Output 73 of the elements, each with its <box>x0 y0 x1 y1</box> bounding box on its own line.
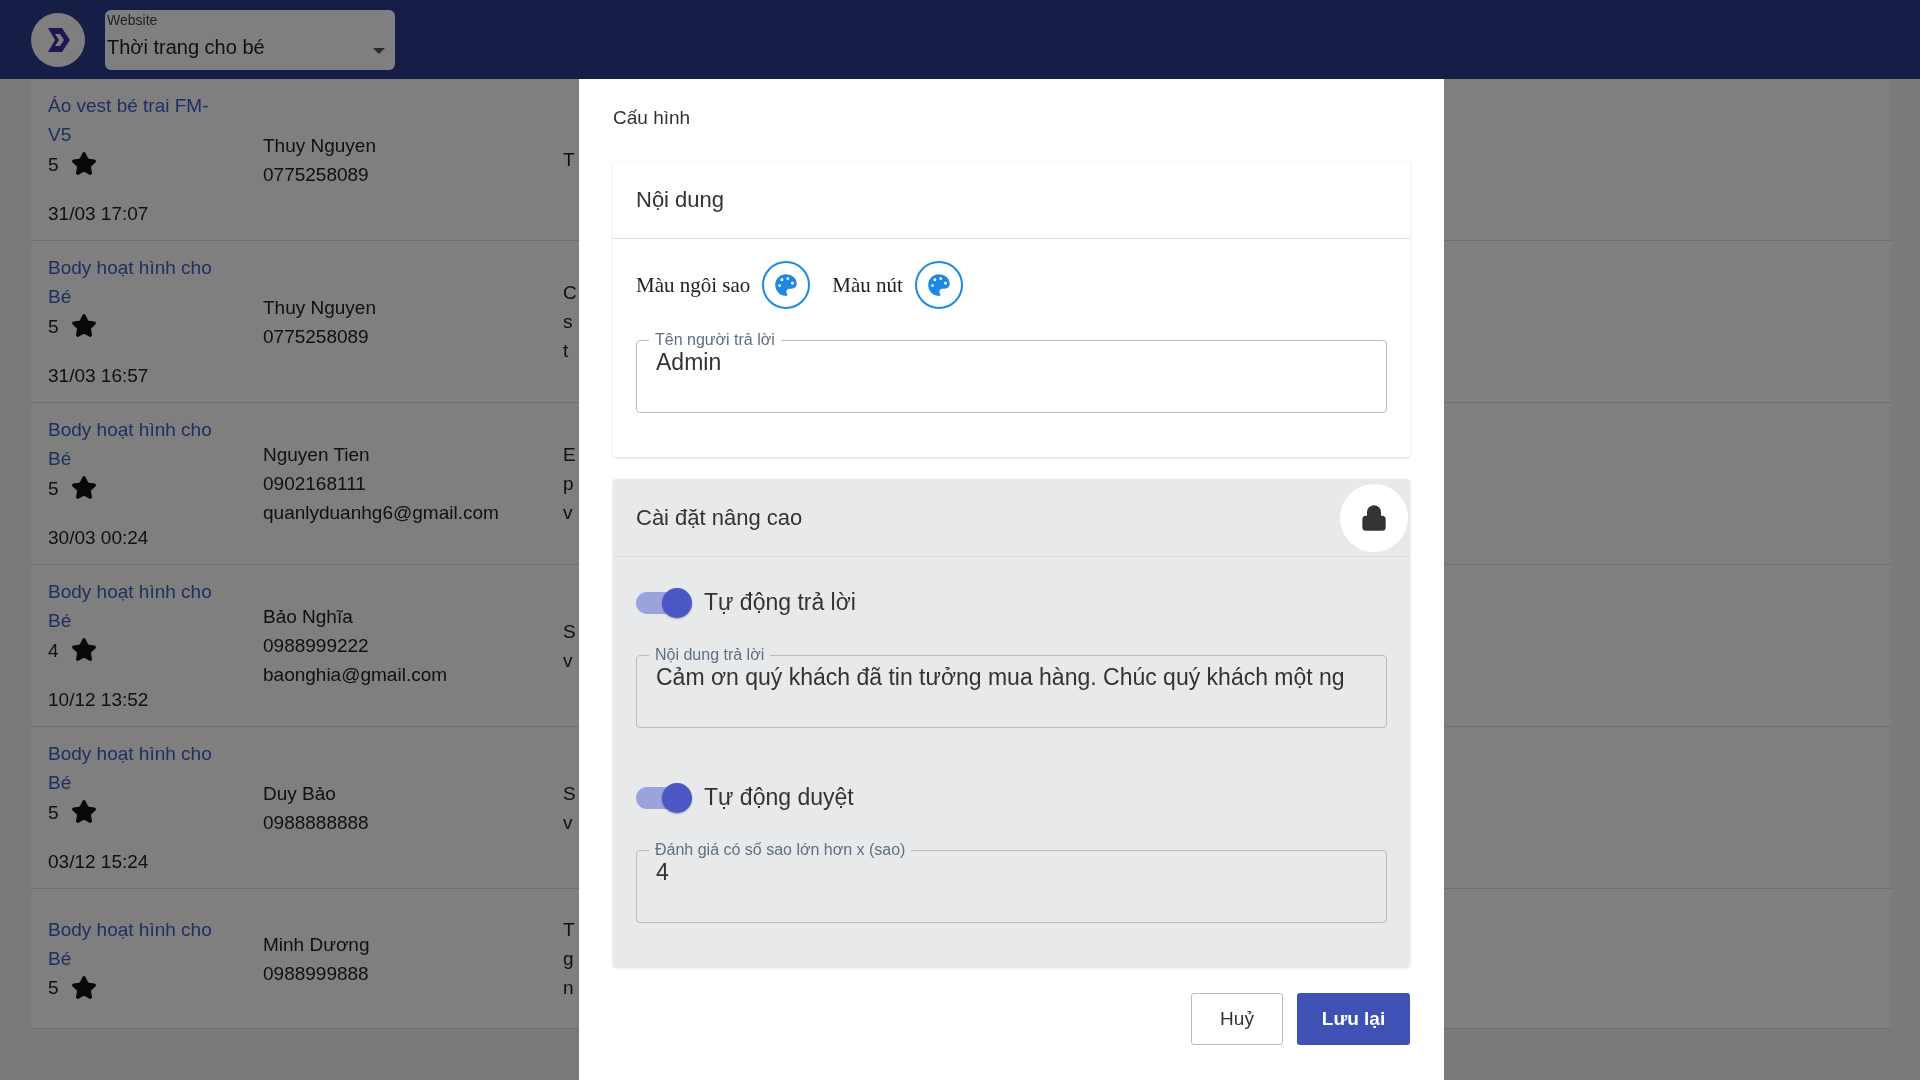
review-text: T <box>563 148 576 172</box>
palette-button[interactable] <box>914 261 963 309</box>
customer-info: Nguyen Tien <box>263 443 371 467</box>
review-text: s <box>563 310 574 334</box>
customer-info: 0775258089 <box>263 324 370 349</box>
field-label: Đánh giá có số sao lớn hơn x (sao) <box>654 841 907 859</box>
review-text: t <box>563 339 570 363</box>
rating-value: 5 <box>48 800 59 825</box>
customer-info: Minh Dương <box>263 932 371 957</box>
star-icon <box>70 637 97 663</box>
review-text: T <box>563 918 576 942</box>
min-stars-field[interactable]: Đánh giá có số sao lớn hơn x (sao) 4 <box>636 841 1387 923</box>
switch-thumb[interactable] <box>662 587 692 618</box>
customer-info: 0988999222 <box>263 634 370 658</box>
customer-info: Thuy Nguyen <box>263 295 377 320</box>
select-value: Thời trang cho bé <box>107 35 265 59</box>
star-icon <box>70 313 97 339</box>
customer-info: 0988888888 <box>263 810 370 835</box>
save-button[interactable]: Lưu lại <box>1297 993 1410 1045</box>
review-text: C <box>563 281 577 305</box>
select-label: Website <box>107 11 158 28</box>
responder-name-field[interactable]: Tên người trả lời Admin <box>636 331 1387 413</box>
rating-value: 5 <box>48 152 59 177</box>
text-input[interactable]: Cảm ơn quý khách đã tin tưởng mua hàng. Chúc quý khách một ng <box>656 664 1367 691</box>
caret-icon <box>373 47 385 54</box>
lock-icon <box>1360 503 1388 532</box>
review-text: E <box>563 443 577 467</box>
star-icon <box>70 475 97 501</box>
card-title: Cài đặt nâng cao <box>636 504 803 531</box>
review-text: v <box>563 648 574 673</box>
switch-label: Tự động trả lời <box>704 589 856 616</box>
customer-info: 0988999888 <box>263 961 370 986</box>
review-text: v <box>563 501 574 525</box>
field-label: Tên người trả lời <box>654 331 776 349</box>
review-text: p <box>563 472 575 496</box>
customer-info: quanlyduanhg6@gmail.com <box>263 501 500 525</box>
switch-thumb[interactable] <box>662 782 692 813</box>
review-date: 30/03 00:24 <box>48 526 150 550</box>
review-text: S <box>563 619 577 644</box>
palette-button[interactable] <box>762 261 811 309</box>
review-text: g <box>563 947 575 971</box>
customer-info: Duy Bảo <box>263 781 337 806</box>
switch-label: Tự động duyệt <box>704 784 854 811</box>
dialog-title: Cấu hình <box>613 107 692 129</box>
review-date: 31/03 17:07 <box>48 202 150 226</box>
cancel-button[interactable]: Huỷ <box>1191 993 1283 1045</box>
star-icon <box>70 799 97 825</box>
review-text: n <box>563 976 575 1000</box>
review-date: 10/12 13:52 <box>48 688 150 712</box>
review-date: 31/03 16:57 <box>48 364 150 388</box>
text-input[interactable]: Admin <box>656 349 1367 376</box>
customer-info: baonghia@gmail.com <box>263 663 449 687</box>
star-icon <box>70 974 97 1001</box>
website-select[interactable]: Website Thời trang cho bé <box>105 9 395 70</box>
review-date: 03/12 15:24 <box>48 850 150 874</box>
color-label: Màu nút <box>832 272 903 298</box>
rating-value: 4 <box>48 638 59 663</box>
review-text: S <box>563 781 577 806</box>
text-input[interactable]: 4 <box>656 859 1367 886</box>
rating-value: 5 <box>48 976 59 1000</box>
color-label: Màu ngôi sao <box>636 272 751 298</box>
rating-value: 5 <box>48 314 59 339</box>
logo-icon <box>31 12 85 67</box>
customer-info: 0775258089 <box>263 162 370 187</box>
reply-content-field[interactable]: Nội dung trả lời Cảm ơn quý khách đã tin tưởng mua hàng. Chúc quý khách một ng <box>636 646 1387 728</box>
rating-value: 5 <box>48 476 59 501</box>
card-title: Nội dung <box>636 186 725 213</box>
review-text: v <box>563 810 574 835</box>
customer-info: Bảo Nghĩa <box>263 605 354 629</box>
star-icon <box>70 151 97 177</box>
customer-info: 0902168111 <box>263 472 367 496</box>
field-label: Nội dung trả lời <box>654 646 766 664</box>
customer-info: Thuy Nguyen <box>263 133 377 158</box>
